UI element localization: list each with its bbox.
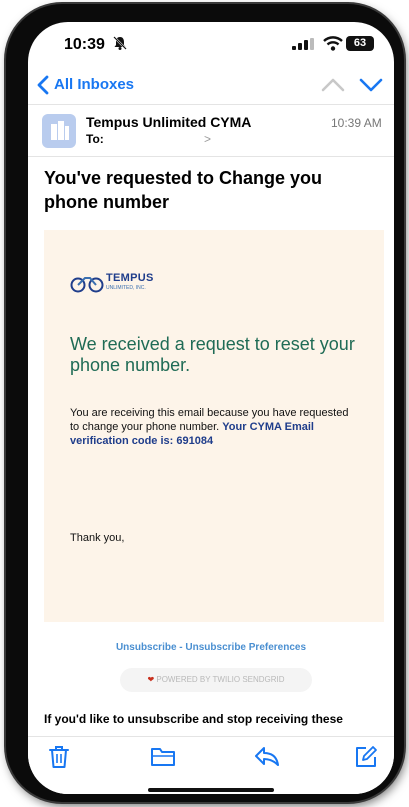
wifi-icon <box>323 36 343 51</box>
trash-icon[interactable] <box>48 745 70 769</box>
signal-icon <box>292 38 314 50</box>
folder-icon[interactable] <box>150 745 176 767</box>
received-time: 10:39 AM <box>331 116 382 130</box>
footer-text: If you'd like to unsubscribe and stop re… <box>44 712 343 726</box>
email-signoff: Thank you, <box>70 532 125 544</box>
divider <box>28 156 394 157</box>
reply-icon[interactable] <box>254 745 280 767</box>
tempus-logo: TEMPUS UNLIMITED, INC. <box>70 270 162 302</box>
unsubscribe-links[interactable]: Unsubscribe - Unsubscribe Preferences <box>28 642 394 653</box>
email-subject: You've requested to Change you phone num… <box>44 168 322 212</box>
logo-subtext: UNLIMITED, INC. <box>106 285 146 291</box>
back-button[interactable]: All Inboxes <box>54 76 134 93</box>
sender-name[interactable]: Tempus Unlimited CYMA <box>86 114 251 130</box>
status-bar: 10:39 63 <box>28 22 394 68</box>
chevron-down-icon[interactable] <box>358 74 384 96</box>
home-indicator[interactable] <box>148 788 274 792</box>
bell-icon <box>113 36 127 50</box>
divider <box>28 104 394 105</box>
nav-bar: All Inboxes <box>28 68 394 104</box>
chevron-up-icon[interactable] <box>320 74 346 96</box>
powered-by-text: POWERED BY TWILIO SENDGRID <box>156 675 285 684</box>
building-icon <box>51 121 69 140</box>
screen: 10:39 63 All Inboxes Tempus Unlimited CY… <box>28 22 394 794</box>
recipients-expand[interactable]: > <box>204 132 211 146</box>
status-time: 10:39 <box>64 36 105 53</box>
email-card: TEMPUS UNLIMITED, INC. We received a req… <box>44 230 384 622</box>
heart-icon: ❤ <box>147 675 155 684</box>
compose-icon[interactable] <box>354 745 378 769</box>
email-heading: We received a request to reset your phon… <box>70 334 355 375</box>
phone-frame: 10:39 63 All Inboxes Tempus Unlimited CY… <box>6 4 404 802</box>
logo-text: TEMPUS <box>106 272 154 284</box>
battery-indicator: 63 <box>346 36 374 51</box>
to-label: To: <box>86 132 104 146</box>
email-body: You are receiving this email because you… <box>70 406 360 448</box>
sendgrid-badge[interactable]: ❤ POWERED BY TWILIO SENDGRID <box>120 668 312 692</box>
bottom-toolbar <box>28 736 394 794</box>
back-chevron-icon[interactable] <box>36 74 50 96</box>
sender-avatar <box>42 114 76 148</box>
bicycle-logo-icon <box>70 277 104 293</box>
